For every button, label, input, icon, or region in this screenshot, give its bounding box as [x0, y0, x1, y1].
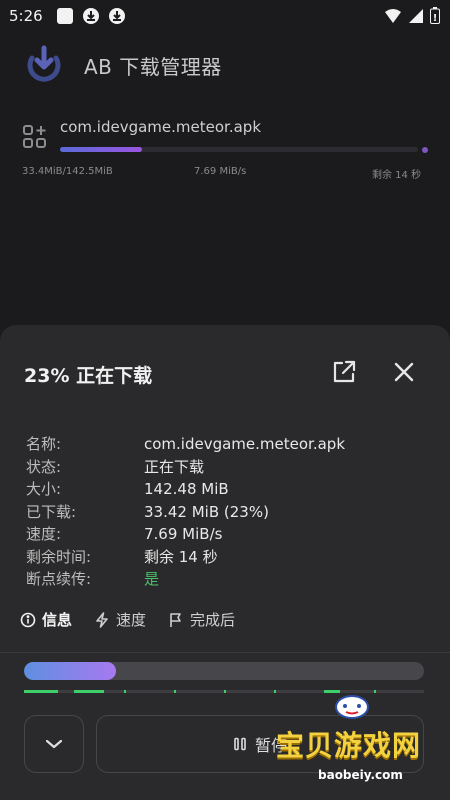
- segment-progress: [224, 690, 226, 693]
- segment-progress: [24, 690, 58, 693]
- info-row-resume: 断点续传: 是: [26, 568, 345, 591]
- close-icon: [394, 362, 414, 382]
- item-size-progress: 33.4MiB/142.5MiB: [22, 166, 113, 177]
- open-external-button[interactable]: [330, 358, 358, 386]
- status-bar: 5:26 !: [0, 0, 450, 34]
- notification-icon: [56, 7, 74, 25]
- open-external-icon: [333, 360, 356, 383]
- svg-text:!: !: [433, 13, 438, 24]
- info-label: 大小:: [26, 480, 62, 498]
- info-value: 142.48 MiB: [144, 480, 229, 498]
- watermark-subtext: baobeiy.com: [318, 768, 403, 782]
- gamepad-mascot-icon: [335, 695, 369, 719]
- status-time: 5:26: [9, 7, 43, 25]
- info-value: com.idevgame.meteor.apk: [144, 435, 346, 453]
- lightning-icon: [96, 611, 108, 628]
- watermark-text: 宝贝游戏网: [276, 729, 422, 762]
- info-label: 状态:: [26, 457, 62, 476]
- info-value: 7.69 MiB/s: [144, 525, 223, 543]
- pause-icon: [234, 737, 246, 751]
- item-progress-fill: [60, 147, 143, 152]
- wifi-icon: [384, 8, 402, 28]
- tab-info[interactable]: 信息: [20, 609, 72, 630]
- app-logo-icon: [24, 44, 64, 84]
- battery-icon: !: [430, 7, 440, 28]
- item-file-name: com.idevgame.meteor.apk: [60, 118, 262, 136]
- info-value: 是: [144, 570, 160, 588]
- item-remaining: 剩余 14 秒: [372, 170, 422, 181]
- info-label: 断点续传:: [26, 570, 92, 588]
- info-row-speed: 速度: 7.69 MiB/s: [26, 523, 345, 546]
- status-icons: !: [384, 7, 440, 28]
- close-button[interactable]: [390, 358, 418, 386]
- info-row-status: 状态: 正在下载: [26, 456, 345, 479]
- tab-after-complete[interactable]: 完成后: [168, 609, 235, 630]
- divider: [0, 652, 450, 653]
- info-value: 正在下载: [144, 457, 205, 476]
- download-progress-fill: [24, 662, 116, 680]
- download-progress-bar: [24, 662, 424, 680]
- download-notification-icon-2: [108, 7, 126, 25]
- app-grid-icon: [22, 124, 48, 150]
- collapse-button[interactable]: [24, 715, 84, 773]
- signal-icon: [408, 8, 424, 28]
- tab-speed-label: 速度: [116, 611, 147, 629]
- tab-speed[interactable]: 速度: [94, 609, 146, 630]
- info-icon: [20, 612, 36, 627]
- tab-after-complete-label: 完成后: [190, 611, 236, 629]
- info-row-name: 名称: com.idevgame.meteor.apk: [26, 433, 345, 456]
- detail-tabs: 信息 速度 完成后: [20, 609, 235, 630]
- download-notification-icon: [82, 7, 100, 25]
- tab-info-label: 信息: [42, 611, 73, 629]
- segment-progress: [74, 690, 104, 693]
- info-row-size: 大小: 142.48 MiB: [26, 478, 345, 501]
- segment-progress: [174, 690, 176, 693]
- sheet-title: 23% 正在下载: [24, 365, 153, 387]
- item-progress-track: [60, 147, 418, 152]
- chevron-down-icon: [45, 739, 63, 749]
- segment-progress: [124, 690, 126, 693]
- app-title: AB 下载管理器: [84, 55, 222, 79]
- info-list: 名称: com.idevgame.meteor.apk 状态: 正在下载 大小:…: [26, 433, 345, 591]
- info-label: 剩余时间:: [26, 547, 92, 566]
- info-row-remaining: 剩余时间: 剩余 14 秒: [26, 546, 345, 569]
- item-speed: 7.69 MiB/s: [194, 166, 247, 177]
- info-label: 速度:: [26, 525, 62, 543]
- info-row-downloaded: 已下载: 33.42 MiB (23%): [26, 501, 345, 524]
- watermark-logo: 宝贝游戏网 baobeiy.com: [272, 690, 422, 790]
- item-progress-end-dot: [422, 147, 428, 153]
- info-value: 33.42 MiB (23%): [144, 502, 269, 521]
- flag-icon: [170, 612, 181, 627]
- info-label: 名称:: [26, 435, 62, 453]
- info-label: 已下载:: [26, 502, 77, 521]
- info-value: 剩余 14 秒: [144, 547, 218, 566]
